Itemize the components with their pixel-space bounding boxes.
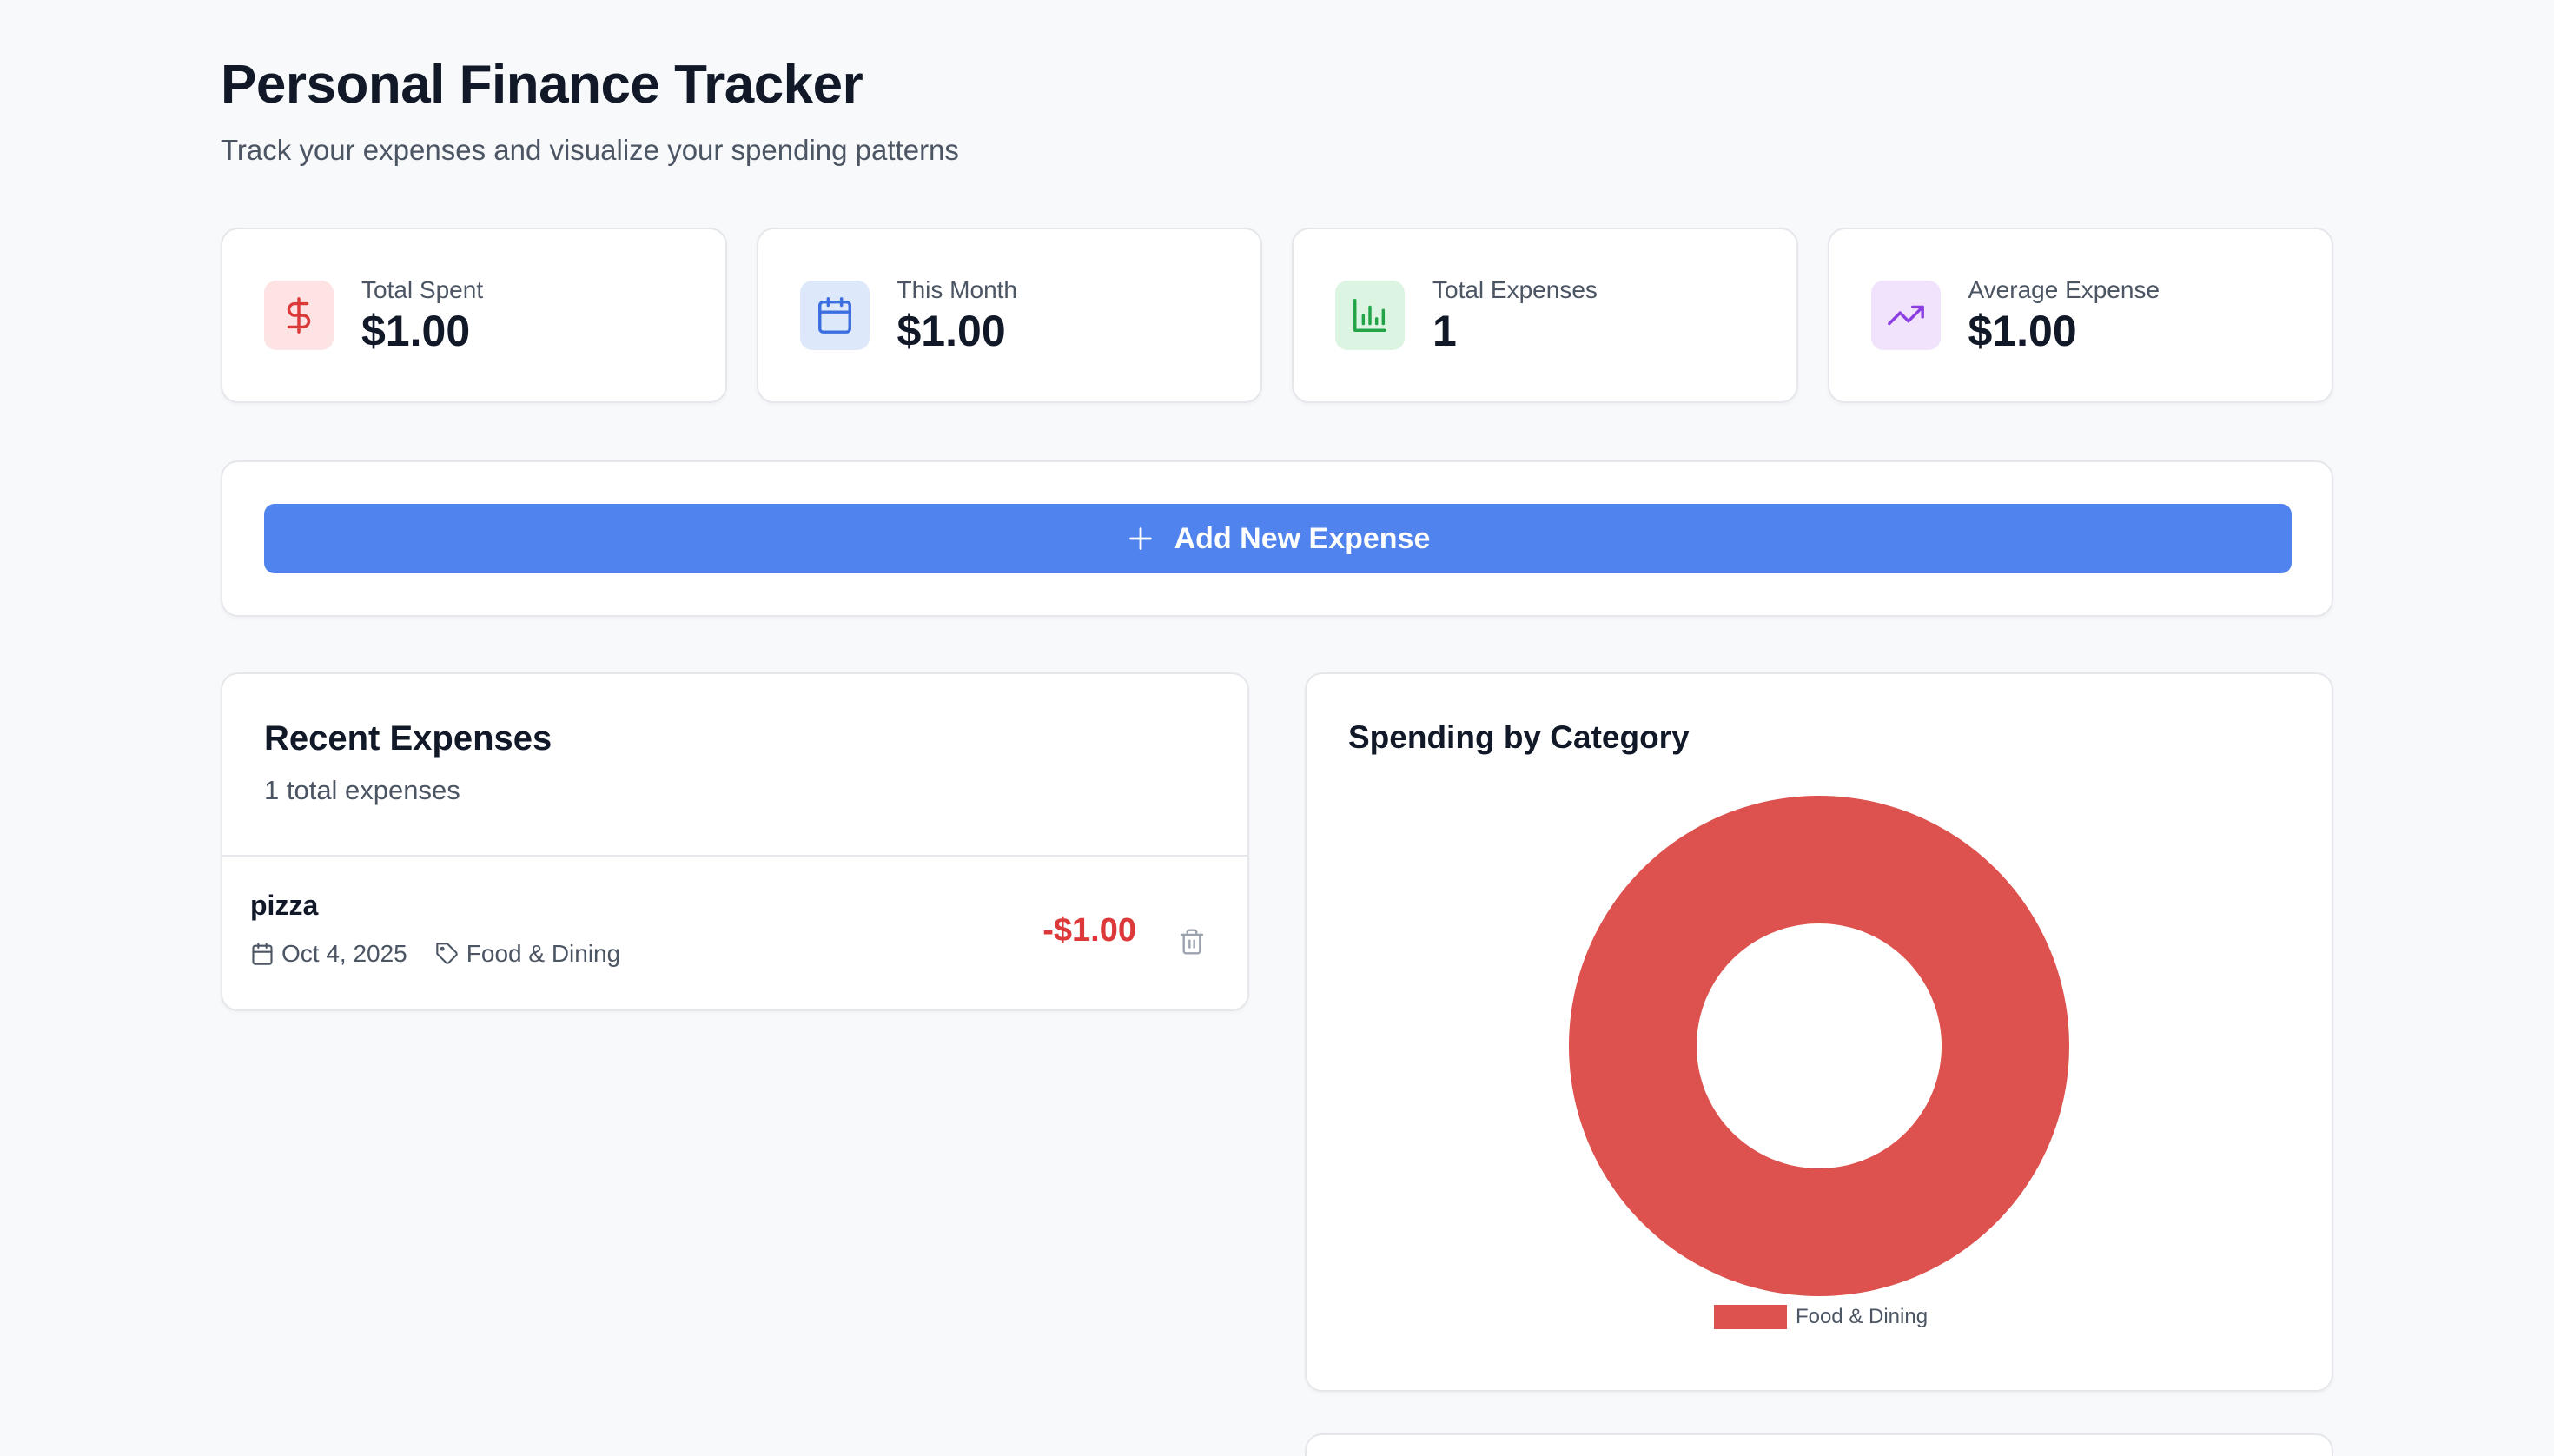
recent-expenses-card: Recent Expenses 1 total expenses pizza O… [221, 672, 1249, 1011]
add-expense-button[interactable]: Add New Expense [264, 504, 2292, 573]
tag-icon [436, 943, 458, 964]
trash-icon [1180, 929, 1204, 955]
donut-chart [1568, 796, 2069, 1296]
calendar-icon [252, 943, 273, 965]
expense-meta: Oct 4, 2025 Food & Dining [250, 940, 648, 968]
delete-expense-button[interactable] [1176, 924, 1208, 959]
stat-label: Total Spent [361, 276, 484, 303]
spending-chart-card: Spending by Category Food & Dining [1305, 672, 2333, 1392]
legend-swatch [1713, 1305, 1787, 1329]
expense-date: Oct 4, 2025 [281, 940, 407, 967]
expense-row: pizza Oct 4, 2025 Food & Dining -$1.00 [222, 857, 1247, 1009]
stat-value: 1 [1432, 307, 1457, 355]
stat-card-total-expenses: Total Expenses 1 [1292, 228, 1798, 403]
legend-label: Food & Dining [1795, 1305, 1929, 1328]
stat-value: $1.00 [361, 307, 471, 355]
stat-card-total-spent: Total Spent $1.00 [221, 228, 727, 403]
dollar-icon [264, 281, 334, 350]
add-expense-label: Add New Expense [1174, 521, 1431, 555]
stat-label: This Month [897, 276, 1018, 303]
stat-card-average-expense: Average Expense $1.00 [1827, 228, 2333, 403]
page-title: Personal Finance Tracker [221, 55, 863, 115]
expense-name: pizza [250, 890, 319, 921]
stats-row: Total Spent $1.00 This Month $1.00 Total… [221, 228, 2333, 403]
stat-card-this-month: This Month $1.00 [756, 228, 1262, 403]
bar-chart-icon [1335, 281, 1405, 350]
page: Personal Finance Tracker Track your expe… [0, 0, 2554, 1456]
calendar-icon [799, 281, 870, 350]
expenses-count: 1 total expenses [264, 775, 460, 805]
donut-slice-food-dining[interactable] [1568, 796, 2069, 1296]
trending-up-icon [1870, 281, 1941, 350]
recent-expenses-title: Recent Expenses [264, 719, 552, 758]
add-expense-card: Add New Expense [221, 460, 2333, 617]
page-subtitle: Track your expenses and visualize your s… [221, 134, 959, 166]
stat-label: Total Expenses [1432, 276, 1598, 303]
stat-value: $1.00 [897, 307, 1006, 355]
expense-category: Food & Dining [466, 940, 621, 967]
next-card [1305, 1433, 2333, 1456]
expense-amount: -$1.00 [1042, 912, 1136, 949]
plus-icon [1128, 527, 1152, 550]
chart-legend: Food & Dining [1307, 1305, 2335, 1329]
recent-expenses-header: Recent Expenses 1 total expenses [222, 674, 1247, 857]
stat-value: $1.00 [1968, 307, 2077, 355]
stat-label: Average Expense [1968, 276, 2160, 303]
